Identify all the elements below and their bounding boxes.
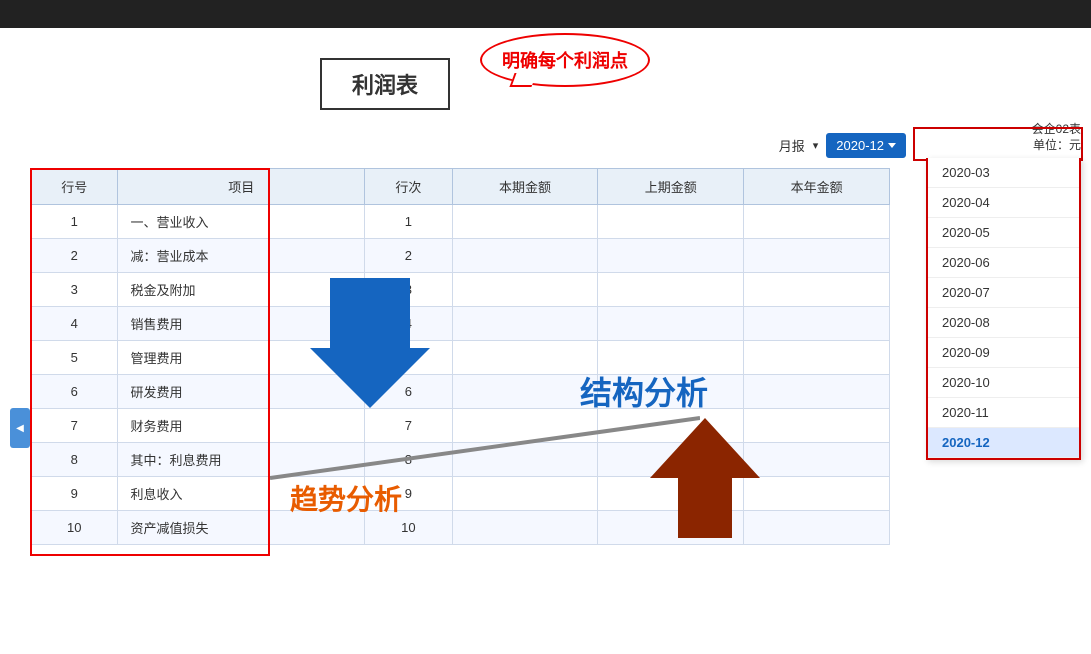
date-value: 2020-12: [836, 138, 884, 153]
cell-ytd: [744, 205, 890, 239]
cell-rownum: 1: [31, 205, 118, 239]
dropdown-item[interactable]: 2020-07: [928, 278, 1079, 308]
cell-item: 一、营业收入: [118, 205, 365, 239]
table-row: 1 一、营业收入 1: [31, 205, 890, 239]
table-row: 5 管理费用 5: [31, 341, 890, 375]
cell-rownum: 6: [31, 375, 118, 409]
cell-current: [452, 477, 598, 511]
profit-table-container: 行号 项目 行次 本期金额 上期金额 本年金额 1 一、营业收入 1 2 减：营…: [30, 168, 890, 545]
cell-rownum: 5: [31, 341, 118, 375]
unit-label: 单位：元: [1033, 136, 1081, 153]
date-chevron-icon: [888, 143, 896, 148]
cell-ytd: [744, 341, 890, 375]
cell-rownum: 8: [31, 443, 118, 477]
dropdown-item[interactable]: 2020-06: [928, 248, 1079, 278]
date-selector[interactable]: 2020-12: [826, 133, 906, 158]
left-nav-button[interactable]: [10, 408, 30, 448]
table-row: 8 其中：利息费用 8: [31, 443, 890, 477]
cell-seq: 1: [365, 205, 452, 239]
toolbar: 月报 ▾ 2020-12: [779, 133, 906, 158]
structure-analysis-label: 结构分析: [580, 368, 708, 414]
cell-current: [452, 443, 598, 477]
speech-bubble: 明确每个利润点: [480, 33, 650, 87]
cell-ytd: [744, 511, 890, 545]
cell-rownum: 4: [31, 307, 118, 341]
cell-item: 财务费用: [118, 409, 365, 443]
cell-current: [452, 307, 598, 341]
cell-ytd: [744, 409, 890, 443]
cell-item: 减：营业成本: [118, 239, 365, 273]
cell-current: [452, 375, 598, 409]
table-header-row: 行号 项目 行次 本期金额 上期金额 本年金额: [31, 169, 890, 205]
cell-ytd: [744, 375, 890, 409]
dropdown-item[interactable]: 2020-05: [928, 218, 1079, 248]
cell-prev: [598, 239, 744, 273]
cell-current: [452, 239, 598, 273]
dropdown-item[interactable]: 2020-11: [928, 398, 1079, 428]
col-header-current: 本期金额: [452, 169, 598, 205]
cell-rownum: 2: [31, 239, 118, 273]
title-area: 利润表: [320, 58, 450, 110]
cell-current: [452, 273, 598, 307]
col-header-rownum: 行号: [31, 169, 118, 205]
cell-ytd: [744, 477, 890, 511]
cell-current: [452, 409, 598, 443]
cell-prev: [598, 273, 744, 307]
table-row: 7 财务费用 7: [31, 409, 890, 443]
cell-current: [452, 511, 598, 545]
cell-seq: 8: [365, 443, 452, 477]
table-row: 4 销售费用 4: [31, 307, 890, 341]
table-row: 6 研发费用 6: [31, 375, 890, 409]
cell-item: 其中：利息费用: [118, 443, 365, 477]
col-header-prev: 上期金额: [598, 169, 744, 205]
report-title: 利润表: [320, 58, 450, 110]
cell-current: [452, 341, 598, 375]
cell-rownum: 7: [31, 409, 118, 443]
cell-seq: 7: [365, 409, 452, 443]
profit-table: 行号 项目 行次 本期金额 上期金额 本年金额 1 一、营业收入 1 2 减：营…: [30, 168, 890, 545]
col-header-seq: 行次: [365, 169, 452, 205]
report-type-chevron[interactable]: ▾: [813, 139, 819, 152]
cell-ytd: [744, 239, 890, 273]
col-header-ytd: 本年金额: [744, 169, 890, 205]
blue-arrow-down-icon: [310, 278, 430, 408]
orange-arrow-up-icon: [650, 418, 760, 538]
dropdown-item[interactable]: 2020-08: [928, 308, 1079, 338]
cell-seq: 2: [365, 239, 452, 273]
cell-ytd: [744, 273, 890, 307]
report-type-label: 月报: [779, 136, 805, 155]
date-dropdown-panel[interactable]: 2020-032020-042020-052020-062020-072020-…: [926, 158, 1081, 460]
cell-rownum: 9: [31, 477, 118, 511]
dropdown-item[interactable]: 2020-03: [928, 158, 1079, 188]
cell-ytd: [744, 307, 890, 341]
cell-prev: [598, 205, 744, 239]
cell-current: [452, 205, 598, 239]
cell-rownum: 10: [31, 511, 118, 545]
dropdown-item[interactable]: 2020-04: [928, 188, 1079, 218]
table-row: 10 资产减值损失 10: [31, 511, 890, 545]
col-header-item: 项目: [118, 169, 365, 205]
dropdown-item[interactable]: 2020-12: [928, 428, 1079, 458]
table-row: 2 减：营业成本 2: [31, 239, 890, 273]
trend-analysis-label: 趋势分析: [290, 478, 402, 518]
cell-ytd: [744, 443, 890, 477]
top-bar: [0, 0, 1091, 28]
cell-rownum: 3: [31, 273, 118, 307]
table-row: 3 税金及附加 3: [31, 273, 890, 307]
dropdown-item[interactable]: 2020-10: [928, 368, 1079, 398]
main-content: 利润表 明确每个利润点 会企02表 月报 ▾ 2020-12 单位：元 行号 项…: [0, 28, 1091, 654]
table-row: 9 利息收入 9: [31, 477, 890, 511]
cell-prev: [598, 307, 744, 341]
company-label: 会企02表: [1032, 120, 1081, 137]
dropdown-item[interactable]: 2020-09: [928, 338, 1079, 368]
